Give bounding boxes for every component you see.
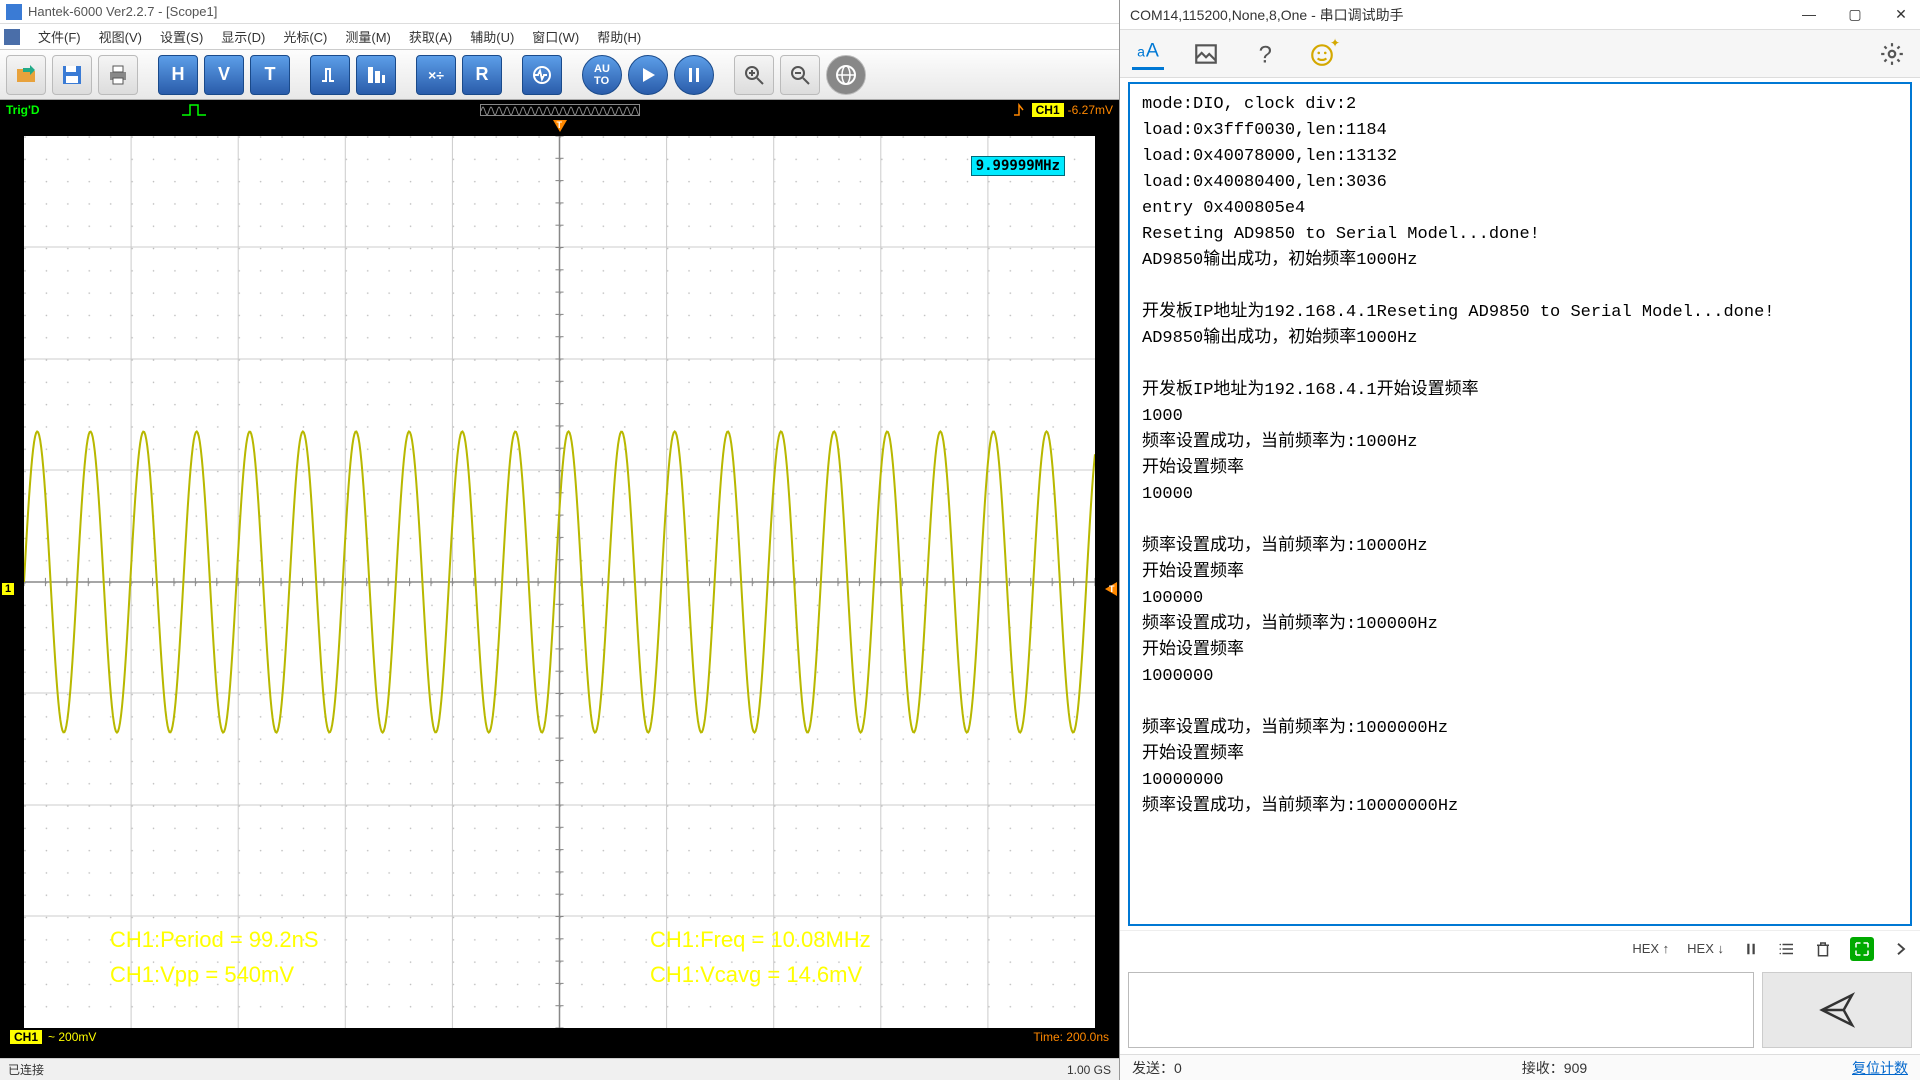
scope-menubar: 文件(F) 视图(V) 设置(S) 显示(D) 光标(C) 测量(M) 获取(A… (0, 24, 1119, 50)
svg-text:a: a (1137, 44, 1145, 60)
footer-channel-badge: CH1 (10, 1030, 42, 1044)
menu-display[interactable]: 显示(D) (217, 25, 269, 48)
window-minimize-button[interactable]: — (1800, 6, 1818, 23)
trigger-edge-icon (1012, 103, 1028, 117)
pulse-icon (180, 103, 220, 117)
open-button[interactable] (6, 55, 46, 95)
measurement-vcavg: CH1:Vcavg = 14.6mV (650, 962, 862, 988)
menu-help[interactable]: 帮助(H) (593, 25, 645, 48)
help-button[interactable]: ? (1248, 38, 1280, 70)
scope-titlebar: Hantek-6000 Ver2.2.7 - [Scope1] (0, 0, 1119, 24)
save-button[interactable] (52, 55, 92, 95)
oscilloscope-app: Hantek-6000 Ver2.2.7 - [Scope1] 文件(F) 视图… (0, 0, 1120, 1080)
settings-button[interactable] (1876, 38, 1908, 70)
measurement-freq: CH1:Freq = 10.08MHz (650, 927, 871, 953)
trigger-channel-badge: CH1 (1032, 103, 1064, 117)
measurement-period: CH1:Period = 99.2nS (110, 927, 319, 953)
text-mode-button[interactable]: aA (1132, 38, 1164, 70)
channel-1-marker[interactable]: 1 (2, 583, 14, 595)
menu-measure[interactable]: 测量(M) (341, 25, 395, 48)
image-mode-button[interactable] (1190, 38, 1222, 70)
print-button[interactable] (98, 55, 138, 95)
footer-vdiv: ~ 200mV (48, 1030, 96, 1044)
emoji-button[interactable]: ✦ (1306, 38, 1338, 70)
reset-counter-link[interactable]: 复位计数 (1852, 1058, 1908, 1078)
pause-receive-button[interactable] (1742, 940, 1760, 958)
trigger-time-marker[interactable]: T (553, 120, 567, 132)
window-maximize-button[interactable]: ▢ (1846, 6, 1864, 23)
menu-cursor[interactable]: 光标(C) (279, 25, 331, 48)
sample-rate: 1.00 GS (1067, 1063, 1111, 1077)
serial-input-row (1120, 966, 1920, 1054)
trigger-offset: -6.27mV (1068, 103, 1113, 117)
menu-acquire[interactable]: 获取(A) (405, 25, 456, 48)
serial-statusbar: 发送：0 接收：909 复位计数 (1120, 1054, 1920, 1080)
trigger-status: Trig'D (6, 103, 40, 117)
scope-submenu-icon (4, 29, 20, 45)
menu-window[interactable]: 窗口(W) (528, 25, 583, 48)
scope-toolbar: H V T ×÷ R AUTO (0, 50, 1119, 100)
serial-toolbar: aA ? ✦ (1120, 30, 1920, 78)
tx-count: 发送：0 (1132, 1058, 1182, 1078)
measurement-vpp: CH1:Vpp = 540mV (110, 962, 294, 988)
scope-grid[interactable]: 9.99999MHz (24, 136, 1095, 1028)
send-button[interactable] (1762, 972, 1912, 1048)
serial-debug-app: COM14,115200,None,8,One - 串口调试助手 — ▢ ✕ a… (1120, 0, 1920, 1080)
serial-terminal[interactable]: mode:DIO, clock div:2 load:0x3fff0030,le… (1128, 82, 1912, 926)
scope-title: Hantek-6000 Ver2.2.7 - [Scope1] (28, 4, 217, 19)
list-button[interactable] (1778, 940, 1796, 958)
svg-text:A: A (1146, 40, 1159, 62)
cursor-tool-button[interactable] (310, 55, 350, 95)
menu-aux[interactable]: 辅助(U) (466, 25, 518, 48)
expand-button[interactable] (1850, 937, 1874, 961)
zoom-out-button[interactable] (780, 55, 820, 95)
footer-timebase: Time: 200.0ns (1033, 1030, 1109, 1044)
horizontal-button[interactable]: H (158, 55, 198, 95)
clear-button[interactable] (1814, 940, 1832, 958)
frequency-display: 9.99999MHz (971, 156, 1065, 176)
serial-titlebar: COM14,115200,None,8,One - 串口调试助手 — ▢ ✕ (1120, 0, 1920, 30)
trigger-button[interactable]: T (250, 55, 290, 95)
run-button[interactable] (628, 55, 668, 95)
hex-up-button[interactable]: HEX ↑ (1632, 941, 1669, 956)
menu-settings[interactable]: 设置(S) (156, 25, 207, 48)
waveform-overview[interactable] (480, 104, 640, 116)
serial-input[interactable] (1128, 972, 1754, 1048)
trigger-level-marker[interactable]: T (1105, 582, 1117, 596)
svg-text:?: ? (1259, 41, 1272, 66)
forward-button[interactable] (1892, 940, 1910, 958)
fft-button[interactable] (522, 55, 562, 95)
rx-count: 接收：909 (1522, 1058, 1587, 1078)
scope-display: T 1 T (0, 120, 1119, 1058)
scope-footer-bar: CH1 ~ 200mV Time: 200.0ns (6, 1028, 1113, 1046)
globe-button[interactable] (826, 55, 866, 95)
measure-tool-button[interactable] (356, 55, 396, 95)
window-close-button[interactable]: ✕ (1892, 6, 1910, 23)
menu-file[interactable]: 文件(F) (34, 25, 85, 48)
serial-action-row: HEX ↑ HEX ↓ (1120, 930, 1920, 966)
connection-status: 已连接 (8, 1061, 44, 1078)
scope-info-bar: Trig'D CH1 -6.27mV (0, 100, 1119, 120)
vertical-button[interactable]: V (204, 55, 244, 95)
app-icon (6, 4, 22, 20)
time-marker-rail: T (0, 120, 1119, 136)
zoom-in-button[interactable] (734, 55, 774, 95)
menu-view[interactable]: 视图(V) (95, 25, 146, 48)
serial-title: COM14,115200,None,8,One - 串口调试助手 (1130, 5, 1404, 25)
math-button[interactable]: ×÷ (416, 55, 456, 95)
auto-button[interactable]: AUTO (582, 55, 622, 95)
hex-down-button[interactable]: HEX ↓ (1687, 941, 1724, 956)
pause-button[interactable] (674, 55, 714, 95)
scope-statusbar: 已连接 1.00 GS (0, 1058, 1119, 1080)
ref-button[interactable]: R (462, 55, 502, 95)
